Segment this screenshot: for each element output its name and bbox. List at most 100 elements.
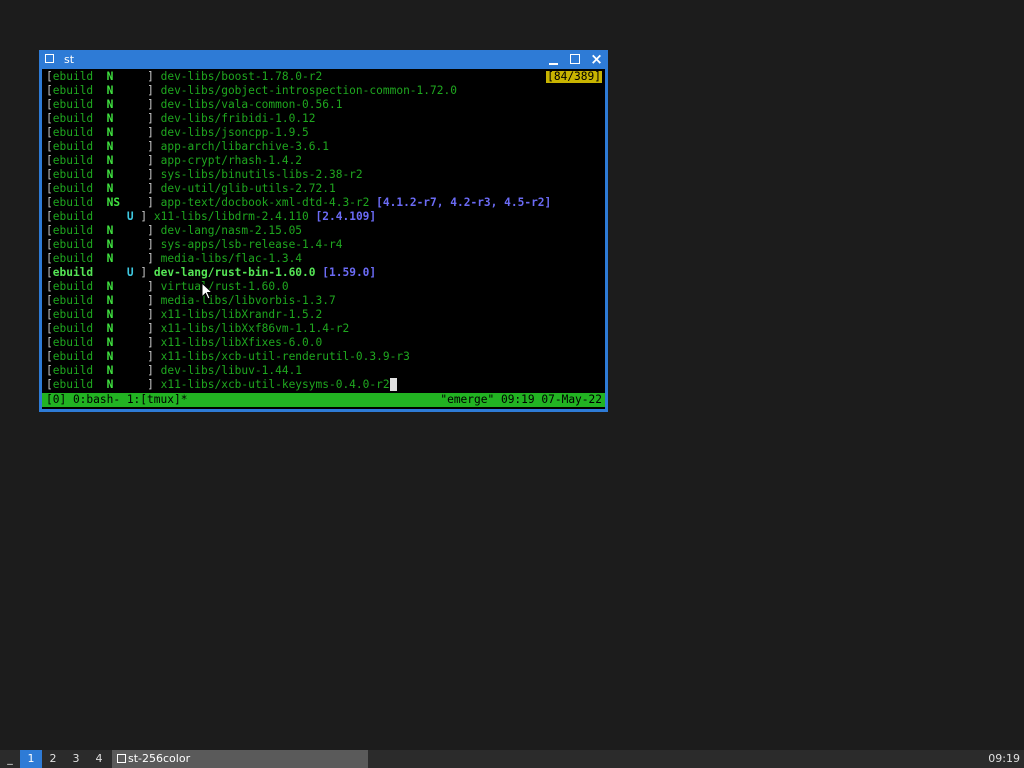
- package-atom: virtual/rust-1.60.0: [160, 280, 289, 293]
- package-atom: x11-libs/libXrandr-1.5.2: [160, 308, 323, 321]
- bracket-close: ]: [140, 210, 148, 223]
- emerge-line: [ebuild N ] sys-libs/binutils-libs-2.38-…: [46, 168, 551, 182]
- emerge-line: [ebuild N ] x11-libs/xcb-util-keysyms-0.…: [46, 378, 551, 392]
- emerge-line: [ebuild N ] dev-util/glib-utils-2.72.1: [46, 182, 551, 196]
- ebuild-label: ebuild: [52, 322, 94, 335]
- workspace-2-button[interactable]: 2: [46, 750, 60, 768]
- menu-button[interactable]: _: [0, 750, 20, 768]
- merge-flag: N: [106, 154, 121, 167]
- window-titlebar[interactable]: st ×: [39, 50, 608, 69]
- bracket-open: [: [46, 84, 53, 97]
- bracket-open: [: [46, 280, 53, 293]
- merge-flag: N: [106, 112, 121, 125]
- ebuild-label: ebuild: [52, 294, 94, 307]
- bracket-open: [: [46, 238, 53, 251]
- merge-flag: N: [106, 140, 121, 153]
- package-atom: dev-lang/nasm-2.15.05: [160, 224, 303, 237]
- bracket-close: ]: [147, 280, 154, 293]
- progress-counter: [84/389]: [546, 70, 602, 83]
- package-atom: app-crypt/rhash-1.4.2: [160, 154, 303, 167]
- bracket-close: ]: [147, 336, 154, 349]
- emerge-line: [ebuild N ] dev-libs/fribidi-1.0.12: [46, 112, 551, 126]
- bracket-open: [: [46, 378, 53, 391]
- ebuild-label: ebuild: [52, 364, 94, 377]
- workspace-1-button[interactable]: 1: [20, 750, 42, 768]
- ebuild-label: ebuild: [52, 126, 94, 139]
- package-atom: x11-libs/xcb-util-keysyms-0.4.0-r2: [160, 378, 390, 391]
- package-atom: x11-libs/libdrm-2.4.110: [153, 210, 309, 223]
- merge-flag: N: [106, 238, 121, 251]
- package-atom: x11-libs/xcb-util-renderutil-0.3.9-r3: [160, 350, 410, 363]
- merge-flag: N: [106, 182, 121, 195]
- package-atom: x11-libs/libXfixes-6.0.0: [160, 336, 323, 349]
- tmux-status-right: "emerge" 09:19 07-May-22: [440, 393, 602, 406]
- package-atom: app-arch/libarchive-3.6.1: [160, 140, 329, 153]
- bracket-open: [: [46, 168, 53, 181]
- ebuild-label: ebuild: [52, 210, 94, 223]
- bracket-close: ]: [147, 364, 154, 377]
- bracket-close: ]: [147, 224, 154, 237]
- mouse-cursor-icon: [201, 282, 213, 300]
- taskbar-task-st[interactable]: st-256color: [112, 750, 368, 768]
- ebuild-label: ebuild: [52, 336, 94, 349]
- emerge-line: [ebuild N ] dev-libs/jsoncpp-1.9.5: [46, 126, 551, 140]
- emerge-line: [ebuild N ] x11-libs/libXfixes-6.0.0: [46, 336, 551, 350]
- ebuild-label: ebuild: [52, 112, 94, 125]
- merge-flag: N: [106, 308, 121, 321]
- task-label: st-256color: [128, 752, 191, 765]
- bracket-open: [: [46, 98, 53, 111]
- ebuild-label: ebuild: [52, 70, 94, 83]
- ebuild-label: ebuild: [52, 84, 94, 97]
- bracket-open: [: [46, 322, 53, 335]
- bracket-close: ]: [147, 196, 154, 209]
- emerge-line: [ebuild NS ] app-text/docbook-xml-dtd-4.…: [46, 196, 551, 210]
- package-atom: dev-libs/fribidi-1.0.12: [160, 112, 316, 125]
- bracket-open: [: [46, 350, 53, 363]
- maximize-icon[interactable]: [568, 52, 583, 67]
- emerge-line: [ebuild N ] dev-libs/boost-1.78.0-r2: [46, 70, 551, 84]
- bracket-close: ]: [147, 252, 154, 265]
- bracket-close: ]: [147, 378, 154, 391]
- merge-flag: N: [106, 84, 121, 97]
- ebuild-label: ebuild: [52, 182, 94, 195]
- emerge-line: [ebuild N ] x11-libs/libXrandr-1.5.2: [46, 308, 551, 322]
- bracket-open: [: [46, 196, 53, 209]
- ebuild-label: ebuild: [52, 280, 94, 293]
- close-icon[interactable]: ×: [589, 52, 604, 67]
- terminal-window[interactable]: st × [ebuild N ] dev-libs/boost-1.78.0-r…: [39, 50, 608, 412]
- merge-flag: U: [126, 266, 134, 279]
- bracket-open: [: [46, 112, 53, 125]
- bracket-open: [: [46, 126, 53, 139]
- window-icon: [45, 54, 54, 63]
- terminal-area[interactable]: [ebuild N ] dev-libs/boost-1.78.0-r2 [ebu…: [42, 69, 605, 409]
- package-atom: dev-libs/boost-1.78.0-r2: [160, 70, 323, 83]
- bracket-close: ]: [147, 238, 154, 251]
- tmux-window-list[interactable]: [0] 0:bash- 1:[tmux]*: [46, 393, 187, 407]
- emerge-line: [ebuild N ] dev-libs/libuv-1.44.1: [46, 364, 551, 378]
- merge-flag: U: [126, 210, 134, 223]
- merge-flag: N: [106, 364, 121, 377]
- taskbar: _ 1 2 3 4 st-256color 09:19: [0, 750, 1024, 768]
- minimize-icon[interactable]: [546, 52, 561, 67]
- package-atom: dev-libs/libuv-1.44.1: [160, 364, 303, 377]
- ebuild-label: ebuild: [52, 168, 94, 181]
- previous-version: [4.1.2-r7, 4.2-r3, 4.5-r2]: [376, 196, 552, 209]
- merge-flag: N: [106, 168, 121, 181]
- bracket-close: ]: [147, 70, 154, 83]
- merge-flag: NS: [106, 196, 121, 209]
- workspace-3-button[interactable]: 3: [69, 750, 83, 768]
- merge-flag: N: [106, 70, 121, 83]
- emerge-line: [ebuild N ] x11-libs/xcb-util-renderutil…: [46, 350, 551, 364]
- workspace-4-button[interactable]: 4: [92, 750, 106, 768]
- bracket-open: [: [46, 364, 53, 377]
- package-atom: dev-lang/rust-bin-1.60.0: [153, 266, 316, 279]
- emerge-line: [ebuild N ] app-arch/libarchive-3.6.1: [46, 140, 551, 154]
- emerge-line: [ebuild N ] x11-libs/libXxf86vm-1.1.4-r2: [46, 322, 551, 336]
- package-atom: media-libs/flac-1.3.4: [160, 252, 303, 265]
- merge-flag: N: [106, 224, 121, 237]
- merge-flag: N: [106, 322, 121, 335]
- terminal-output: [ebuild N ] dev-libs/boost-1.78.0-r2 [ebu…: [46, 70, 551, 392]
- bracket-close: ]: [147, 182, 154, 195]
- emerge-line: [ebuild U ] x11-libs/libdrm-2.4.110 [2.4…: [46, 210, 551, 224]
- bracket-close: ]: [147, 112, 154, 125]
